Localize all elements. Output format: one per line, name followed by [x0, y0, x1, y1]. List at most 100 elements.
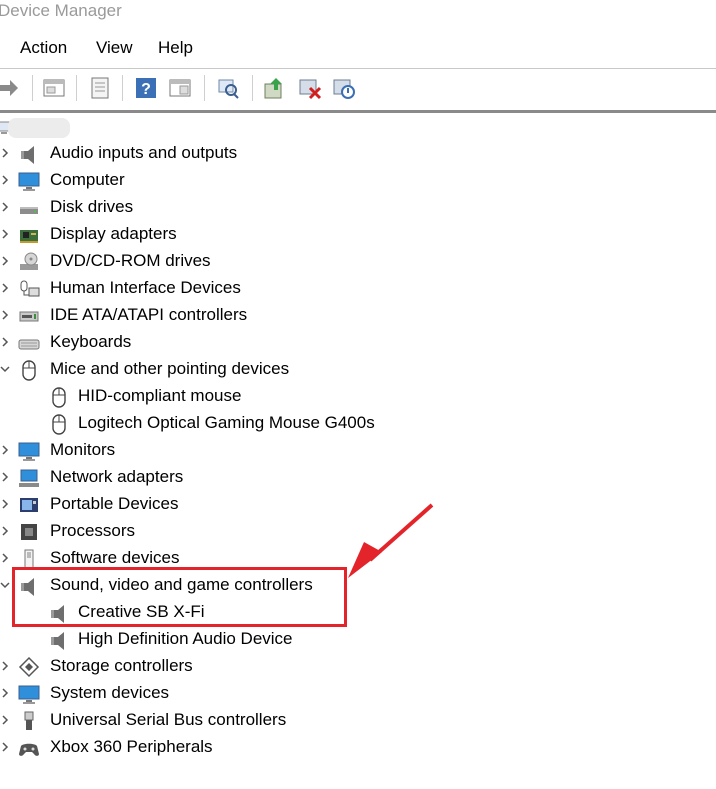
- chevron-right-icon[interactable]: [0, 200, 12, 214]
- gamepad-icon: [19, 743, 39, 756]
- chevron-right-icon[interactable]: [0, 281, 12, 295]
- chevron-right-icon[interactable]: [0, 524, 12, 538]
- portable-icon: [20, 498, 38, 512]
- chevron-down-icon[interactable]: [0, 362, 12, 376]
- chevron-right-icon[interactable]: [0, 254, 12, 268]
- chevron-right-icon[interactable]: [0, 740, 12, 754]
- tree-category-label: Software devices: [50, 548, 180, 567]
- mouse-icon: [22, 360, 36, 381]
- chevron-right-icon[interactable]: [0, 335, 12, 349]
- enable-icon[interactable]: [332, 76, 356, 100]
- storage-icon: [18, 656, 40, 678]
- tree-category[interactable]: Human Interface Devices: [0, 275, 716, 302]
- tree-category[interactable]: System devices: [0, 680, 716, 707]
- tree-category[interactable]: Monitors: [0, 437, 716, 464]
- tree-category[interactable]: Disk drives: [0, 194, 716, 221]
- panel-border: [0, 110, 716, 113]
- chevron-right-icon[interactable]: [0, 713, 12, 727]
- speaker-icon: [21, 146, 34, 164]
- tree-category-label: Portable Devices: [50, 494, 179, 513]
- tree-category-label: System devices: [50, 683, 170, 702]
- tree-category-label: Human Interface Devices: [50, 278, 241, 297]
- tree-device[interactable]: Logitech Optical Gaming Mouse G400s: [0, 410, 716, 437]
- tree-category-label: Display adapters: [50, 224, 177, 243]
- tree-device-label: HID-compliant mouse: [78, 386, 242, 405]
- tree-category[interactable]: Storage controllers: [0, 653, 716, 680]
- ide-icon: [19, 311, 39, 322]
- chevron-right-icon[interactable]: [0, 146, 12, 160]
- disk-icon: [20, 207, 38, 214]
- chevron-down-icon[interactable]: [0, 578, 12, 592]
- mouse-icon: [52, 414, 66, 435]
- tree-category-label: Network adapters: [50, 467, 184, 486]
- chevron-right-icon[interactable]: [0, 173, 12, 187]
- tree-category-label: Computer: [50, 170, 125, 189]
- chevron-right-icon[interactable]: [0, 443, 12, 457]
- tree-category-label: Mice and other pointing devices: [50, 359, 290, 378]
- view-icon[interactable]: [168, 76, 192, 100]
- monitor-icon: [18, 685, 40, 704]
- tree-category[interactable]: Keyboards: [0, 329, 716, 356]
- tree-category[interactable]: Computer: [0, 167, 716, 194]
- toolbar-separator: [32, 75, 33, 101]
- back-icon[interactable]: [0, 76, 20, 100]
- properties-icon[interactable]: [42, 76, 66, 100]
- window-title: Device Manager: [0, 1, 122, 20]
- tree-category-label: Disk drives: [50, 197, 134, 216]
- processor-icon: [21, 524, 37, 540]
- tree-root-computer[interactable]: [0, 116, 80, 138]
- tree-category[interactable]: Audio inputs and outputs: [0, 140, 716, 167]
- monitor-icon: [18, 442, 40, 461]
- tree-device[interactable]: High Definition Audio Device: [0, 626, 716, 653]
- chevron-right-icon[interactable]: [0, 551, 12, 565]
- tree-category[interactable]: Xbox 360 Peripherals: [0, 734, 716, 761]
- tree-category-label: Storage controllers: [50, 656, 193, 675]
- highlight-box: [12, 567, 347, 627]
- chevron-right-icon[interactable]: [0, 686, 12, 700]
- network-icon: [19, 469, 39, 487]
- tree-category-label: Audio inputs and outputs: [50, 143, 238, 162]
- chevron-right-icon[interactable]: [0, 497, 12, 511]
- tree-category[interactable]: Mice and other pointing devices: [0, 356, 716, 383]
- chevron-right-icon[interactable]: [0, 227, 12, 241]
- tree-category-label: DVD/CD-ROM drives: [50, 251, 211, 270]
- details-icon[interactable]: [88, 76, 112, 100]
- tree-category[interactable]: IDE ATA/ATAPI controllers: [0, 302, 716, 329]
- tree-device[interactable]: HID-compliant mouse: [0, 383, 716, 410]
- tree-category-label: Monitors: [50, 440, 116, 459]
- help-icon[interactable]: ?: [134, 76, 158, 100]
- monitor-icon: [18, 172, 40, 191]
- menu-view[interactable]: View: [96, 38, 133, 58]
- tree-category-label: Universal Serial Bus controllers: [50, 710, 287, 729]
- speaker-icon: [51, 632, 64, 650]
- menu-action[interactable]: Action: [20, 38, 67, 58]
- dvd-icon: [20, 252, 38, 270]
- update-driver-icon[interactable]: [262, 76, 286, 100]
- tree-category[interactable]: DVD/CD-ROM drives: [0, 248, 716, 275]
- redacted-computer-name: [8, 118, 70, 138]
- toolbar-separator: [76, 75, 77, 101]
- tree-device-label: Logitech Optical Gaming Mouse G400s: [78, 413, 375, 432]
- mouse-icon: [52, 387, 66, 408]
- title-bar: Device Manager: [0, 0, 716, 30]
- chevron-right-icon[interactable]: [0, 308, 12, 322]
- annotation-arrow-icon: [348, 503, 434, 578]
- menu-help[interactable]: Help: [158, 38, 193, 58]
- tree-category[interactable]: Display adapters: [0, 221, 716, 248]
- chevron-right-icon[interactable]: [0, 470, 12, 484]
- toolbar-separator: [252, 75, 253, 101]
- uninstall-icon[interactable]: [298, 76, 322, 100]
- chevron-right-icon[interactable]: [0, 659, 12, 673]
- usb-icon: [24, 711, 34, 730]
- tree-category-label: Keyboards: [50, 332, 132, 351]
- toolbar-separator: [204, 75, 205, 101]
- toolbar: ?: [0, 68, 716, 107]
- tree-category[interactable]: Network adapters: [0, 464, 716, 491]
- svg-text:?: ?: [141, 81, 151, 98]
- tree-category-label: IDE ATA/ATAPI controllers: [50, 305, 248, 324]
- tree-device-label: High Definition Audio Device: [78, 629, 293, 648]
- scan-hardware-icon[interactable]: [216, 76, 240, 100]
- display-adapter-icon: [20, 230, 38, 243]
- tree-category[interactable]: Universal Serial Bus controllers: [0, 707, 716, 734]
- keyboard-icon: [18, 339, 40, 350]
